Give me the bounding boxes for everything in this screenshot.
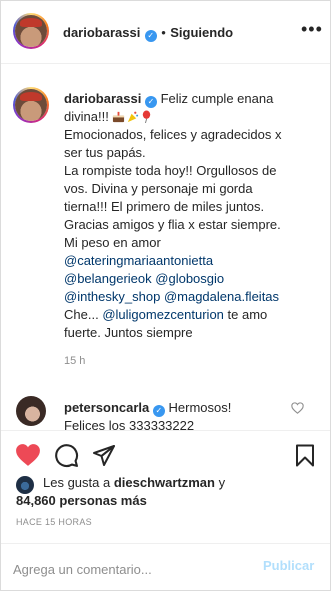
party-popper-icon [128,111,139,123]
caption-text-line: ser tus papás. [64,145,146,160]
bookmark-icon[interactable] [295,443,315,468]
comment-text-line: Hermosos! [168,400,232,415]
caption-text-line: tierna!!! El primero de miles juntos. [64,199,265,214]
post-header: dariobarassi ✓ • Siguiendo ••• [1,1,330,64]
balloon-icon [143,110,151,123]
comment-input[interactable] [13,558,253,580]
post-caption: dariobarassi ✓ Feliz cumple enana divina… [64,90,314,342]
header-username[interactable]: dariobarassi [63,25,140,40]
mention-link[interactable]: @belangerieok [64,271,152,286]
caption-text-line: vos. Divina y personaje mi gorda [64,181,253,196]
mention-link[interactable]: @globosgio [155,271,224,286]
caption-text-line: Mi peso en amor [64,235,161,250]
author-avatar[interactable] [13,13,49,49]
verified-badge-icon: ✓ [144,30,157,42]
caption-text-line: Emocionados, felices y agradecidos x [64,127,282,142]
mention-link[interactable]: @cateringmariaantonietta [64,253,213,268]
likes-count-button[interactable]: 84,860 personas más [16,492,225,510]
more-horizontal-icon[interactable]: ••• [301,19,323,40]
caption-username[interactable]: dariobarassi [64,91,141,106]
publish-button[interactable]: Publicar [263,558,314,573]
following-button[interactable]: Siguiendo [170,25,233,40]
caption-text-line: Gracias amigos y flia x estar siempre. [64,217,281,232]
header-separator: • [161,25,166,40]
cake-icon [113,111,125,123]
comment: petersoncarla ✓ Hermosos! Felices los 33… [64,399,279,431]
caption-text-line: fuerte. Juntos siempre [64,325,193,340]
caption-text-te-amo: te amo [223,307,268,322]
likes-conj: y [214,475,226,490]
comment-text-line: Felices los 333333222 [64,418,195,431]
mention-link[interactable]: @magdalena.fleitas [164,289,279,304]
caption-text-line: La rompiste toda hoy!! Orgullosos de [64,163,277,178]
comment-like-heart-icon[interactable] [291,402,304,414]
likes-summary: Les gusta a dieschwartzman y 84,860 pers… [16,474,225,510]
mention-link[interactable]: @inthesky_shop [64,289,160,304]
caption-text-line: divina!!! [64,109,109,124]
caption-author-avatar[interactable] [13,87,49,123]
comment-username[interactable]: petersoncarla [64,400,149,415]
heart-filled-icon[interactable] [15,443,41,467]
caption-text-line: Feliz cumple enana [160,91,274,106]
share-icon[interactable] [92,443,116,467]
commenter-avatar[interactable] [16,396,46,426]
likes-prefix: Les gusta a [43,475,114,490]
caption-timestamp[interactable]: 15 h [64,355,85,367]
liker-username[interactable]: dieschwartzman [114,475,215,490]
comment-icon[interactable] [54,443,79,468]
verified-badge-icon: ✓ [152,405,165,417]
caption-text-che: Che... [64,307,99,322]
verified-badge-icon: ✓ [144,96,157,108]
comment-compose-bar: Publicar [1,543,330,592]
action-bar [1,430,330,479]
post-age[interactable]: HACE 15 HORAS [16,517,92,527]
mention-link[interactable]: @luligomezcenturion [102,307,224,322]
post-dialog: dariobarassi ✓ • Siguiendo ••• dariobara… [0,0,331,591]
